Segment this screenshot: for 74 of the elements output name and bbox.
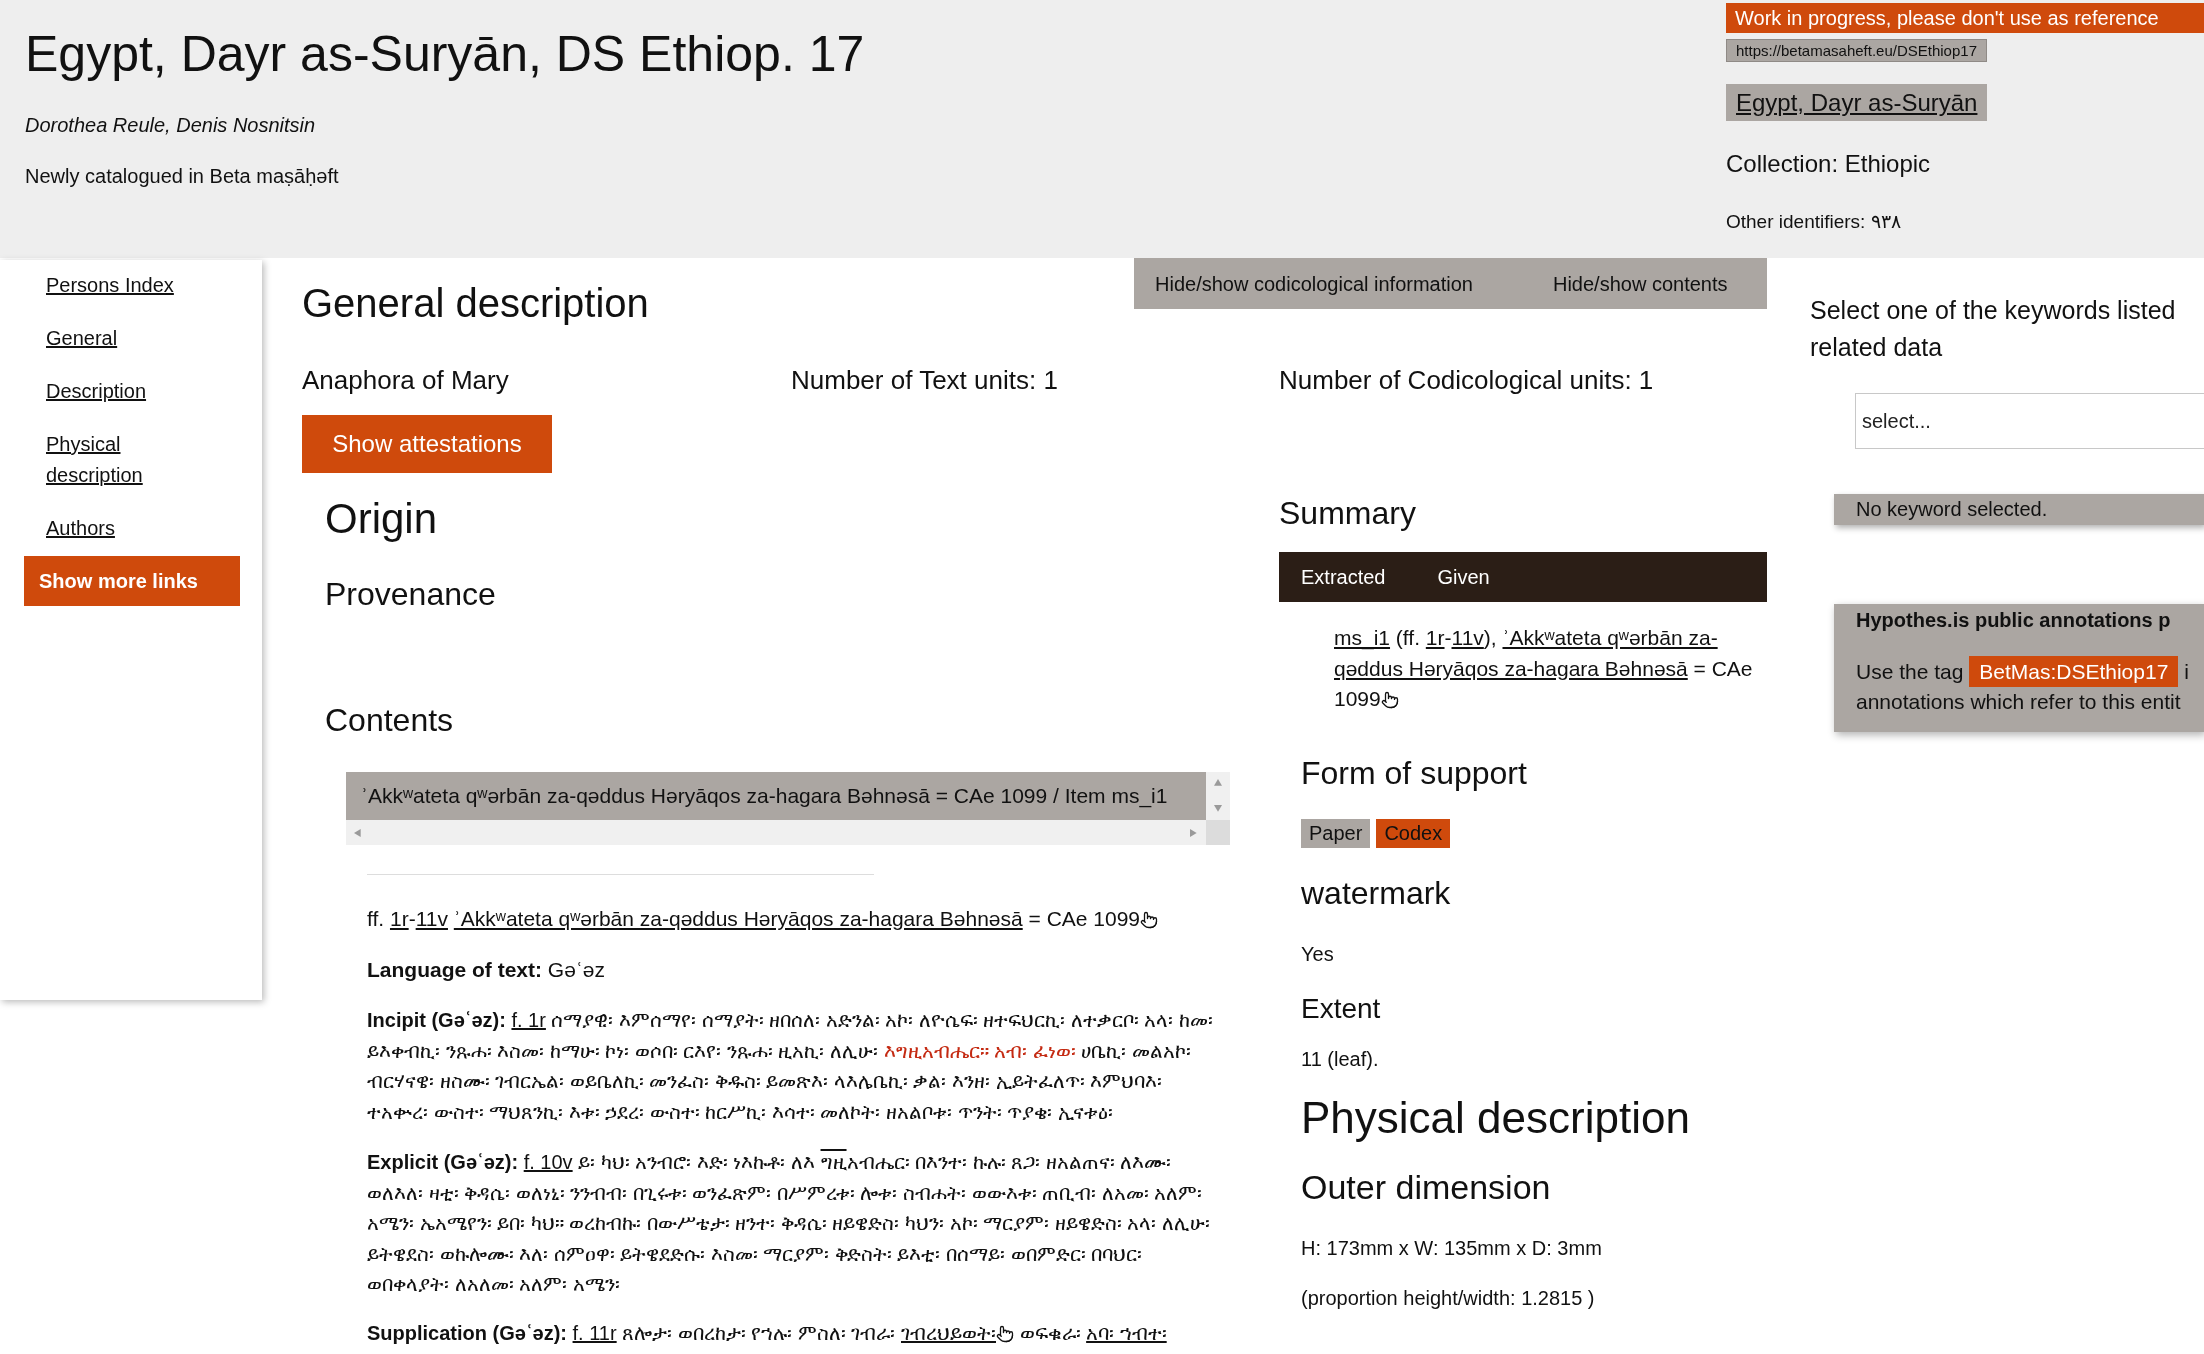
catalogue-note: Newly catalogued in Beta maṣāḥǝft	[25, 164, 339, 189]
keyword-prompt: Select one of the keywords listed related data	[1810, 295, 2176, 363]
hand-pointer-icon[interactable]	[1140, 911, 1159, 929]
other-identifiers-text: Other identifiers: ٩٣٨	[1726, 210, 1901, 234]
link[interactable]: ʾAkkʷateta qʷǝrbān za-	[1502, 626, 1718, 649]
watermark-value: Yes	[1301, 941, 1334, 967]
extent-value: 11 (leaf).	[1301, 1046, 1379, 1072]
horizontal-scrollbar[interactable]	[346, 820, 1206, 845]
show-attestations-button[interactable]: Show attestations	[302, 415, 552, 473]
summary-tab[interactable]: Given	[1426, 552, 1501, 602]
scrollbar-corner	[1206, 820, 1230, 845]
repository-button[interactable]: Egypt, Dayr as-Suryān	[1726, 84, 1988, 121]
section-heading: Extent	[1301, 991, 1381, 1026]
proportion-text: (proportion height/width: 1.2815 )	[1301, 1285, 1595, 1311]
caret-down-icon[interactable]	[1214, 805, 1222, 813]
link[interactable]: f. 11r	[572, 1321, 617, 1344]
sidebar-link[interactable]: Description	[46, 376, 147, 407]
section-heading: Provenance	[325, 575, 496, 614]
page-title: Egypt, Dayr as-Suryān, DS Ethiop. 17	[25, 25, 865, 84]
annotations-instructions: Use the tag BetMas:DSEthiop17 i annotations which refer to this entit	[1856, 657, 2204, 717]
contents-item-tab[interactable]: ʾAkkʷateta qʷǝrbān za-qǝddus Hǝryāqos za-hagara Bǝhnǝsā = CAe 1099 / Item ms_i1	[346, 772, 1206, 820]
sidebar-link[interactable]: Persons Index	[46, 270, 174, 301]
section-heading: watermark	[1301, 873, 1451, 913]
collection-text: Collection: Ethiopic	[1726, 149, 1931, 179]
sidebar-link[interactable]: General	[46, 323, 118, 354]
codicological-units-count: Number of Codicological units: 1	[1279, 365, 1654, 395]
link[interactable]: ʾAkkʷateta qʷǝrbān za-qǝddus Hǝryāqos za-hagara Bǝhnǝsā	[453, 907, 1023, 930]
incipit-paragraph: Incipit (Gǝʿǝz): f. 1r ሰማያዊ፡ እምሰማየ፡ ሰማያት፡ ዘበሰለ፡ አድንል፡ አኮ፡ ለዮሴፍ፡ ዘተፍህርኪ፡ ለተቃርቦ፡ አላ፡ ከመ፡ ይእቀብኪ፡ ንጹሐ፡ እስመ፡ ከማሁ፡ ኮነ፡ ወሶበ፡ ርእየ፡ ንጹሐ፡ ዚአኪ፡ ለሊሁ፡ እግዚአብሔር። አብ፡ ፈነወ፡ ሀቤኪ፡ መልአኮ፡ ብርሃናዌ፡ ዘስሙ፡ ገብርኤል፡ ወይቤለኪ፡ መንፈስ፡ ቅዱስ፡ ይመጽእ፡ ላእሌቤኪ፡ ቃል፡ እንዘ፡ ኢይትፈለጥ፡ እምህባእ፡ ተአቍረ፡ ውስተ፡ ማህጸንኪ፡ እቱ፡ ኃደረ፡ ውስተ፡ ከርሥኪ፡ እሳተ፡ መለኮት፡ ዘአልቦቱ፡ ጥንት፡ ጥያቄ፡ ኢናቱዕ፡	[367, 1008, 1215, 1125]
keyword-select[interactable]: select...	[1855, 393, 2204, 449]
caret-right-icon[interactable]	[1190, 828, 1198, 837]
tag-badge: BetMas:DSEthiop17	[1969, 656, 2179, 687]
caret-left-icon[interactable]	[354, 828, 362, 837]
work-in-progress-banner: Work in progress, please don't use as reference	[1726, 3, 2204, 33]
folio-reference: ff. 1r-11v ʾAkkʷateta qʷǝrbān za-qǝddus Hǝryāqos za-hagara Bǝhnǝsā = CAe 1099	[367, 904, 1217, 935]
work-title: Anaphora of Mary	[302, 365, 510, 395]
section-heading: Form of support	[1301, 753, 1527, 793]
permalink[interactable]: https://betamasaheft.eu/DSEthiop17	[1726, 39, 1987, 62]
section-heading: General description	[302, 280, 649, 327]
link[interactable]: 1r	[1425, 626, 1445, 649]
dimensions-text: H: 173mm x W: 135mm x D: 3mm	[1301, 1235, 1602, 1261]
hand-pointer-icon[interactable]	[996, 1324, 1014, 1343]
text-units-count: Number of Text units: 1	[791, 365, 1059, 395]
support-tag: Paper	[1301, 818, 1371, 848]
annotations-title: Hypothes.is public annotations p	[1856, 608, 2172, 633]
link[interactable]: f. 1r	[511, 1009, 546, 1031]
summary-tab[interactable]: Extracted	[1290, 552, 1397, 602]
show-more-links-button[interactable]: Show more links	[24, 556, 240, 606]
explicit-paragraph: Explicit (Gǝʿǝz): f. 10v ይ፡ ካህ፡ አንብሮ፡ እድ፡ ነእኩቶ፡ ለእ ግዚአብሔር፡ በእንተ፡ ኩሉ፡ ጸጋ፡ ዘአልጠና፡ ለእሙ፡ ወለእለ፡ ዛቲ፡ ቅዳሴ፡ ወለነኒ፡ ንንብብ፡ በጊሩቱ፡ ወንፈጽም፡ በሥምረቱ፡ ሎቱ፡ ስብሐት፡ ወውእቱ፡ ጠቢብ፡ ለአመ፡ አለም፡ አሜን፡ ኤአሜየን፡ ይበ፡ ካህ። ወረከብኩ፡ በውሥቴታ፡ ዘንተ፡ ቅዳሴ፡ ዘይዌድስ፡ ካህን፡ አኮ፡ ማርያም፡ ዘይዌድስ፡ አላ፡ ለሊሁ፡ ይትዌደስ፡ ወኩሎሙ፡ እለ፡ ሰምዐዋ፡ ይትዌደድሱ፡ እስመ፡ ማርያም፡ ቅድስት፡ ይእቲ፡ በሰማይ፡ ወበምድር፡ በባህር፡ ወበቀላያት፡ ለአለመ፡ አለም፡ አሜን፡	[367, 1150, 1211, 1297]
authors-text: Dorothea Reule, Denis Nosnitsin	[25, 113, 316, 138]
hand-pointer-icon[interactable]	[1380, 691, 1399, 709]
caret-up-icon[interactable]	[1214, 779, 1222, 787]
sidebar-link[interactable]: Physical description	[46, 429, 196, 491]
keyword-status: No keyword selected.	[1834, 494, 2204, 525]
link[interactable]: f. 10v	[523, 1151, 573, 1173]
link[interactable]: ገብረህይወት፡	[901, 1321, 996, 1344]
link[interactable]: ms_i1	[1334, 626, 1391, 649]
support-tag: Codex	[1376, 818, 1451, 848]
toggle-button[interactable]: Hide/show contents	[1541, 258, 1739, 309]
section-heading: Physical description	[1301, 1091, 1690, 1144]
link[interactable]: 11v	[1451, 626, 1484, 649]
link[interactable]: 11v	[415, 907, 448, 930]
link[interactable]: 1r	[389, 907, 409, 930]
vertical-scrollbar[interactable]	[1206, 772, 1230, 820]
language-text: Language of text: Gǝʿǝz	[367, 956, 607, 983]
section-heading: Outer dimension	[1301, 1166, 1551, 1207]
summary-entry: ms_i1 (ff. 1r-11v), ʾAkkʷateta qʷǝrbān za- qǝddus Hǝryāqos za-hagara Bǝhnǝsā = CAe 1099	[1334, 625, 1754, 712]
supplication-paragraph: Supplication (Gǝʿǝz): f. 11r ጸሎታ፡ ወበረከታ፡ የኀሉ፡ ምስለ፡ ገብራ፡ ገብረህይወት፡ ወፍቁራ፡ አባ፡ ኀብተ፡	[367, 1320, 1168, 1346]
link[interactable]: አባ፡ ኀብተ፡	[1086, 1321, 1167, 1344]
toggle-button[interactable]: Hide/show codicological information	[1144, 258, 1484, 309]
section-heading: Contents	[325, 701, 454, 740]
sidebar-link[interactable]: Authors	[46, 513, 115, 544]
section-heading: Summary	[1279, 494, 1416, 533]
section-heading: Origin	[325, 494, 438, 544]
link[interactable]: qǝddus Hǝryāqos za-hagara Bǝhnǝsā	[1334, 656, 1688, 680]
